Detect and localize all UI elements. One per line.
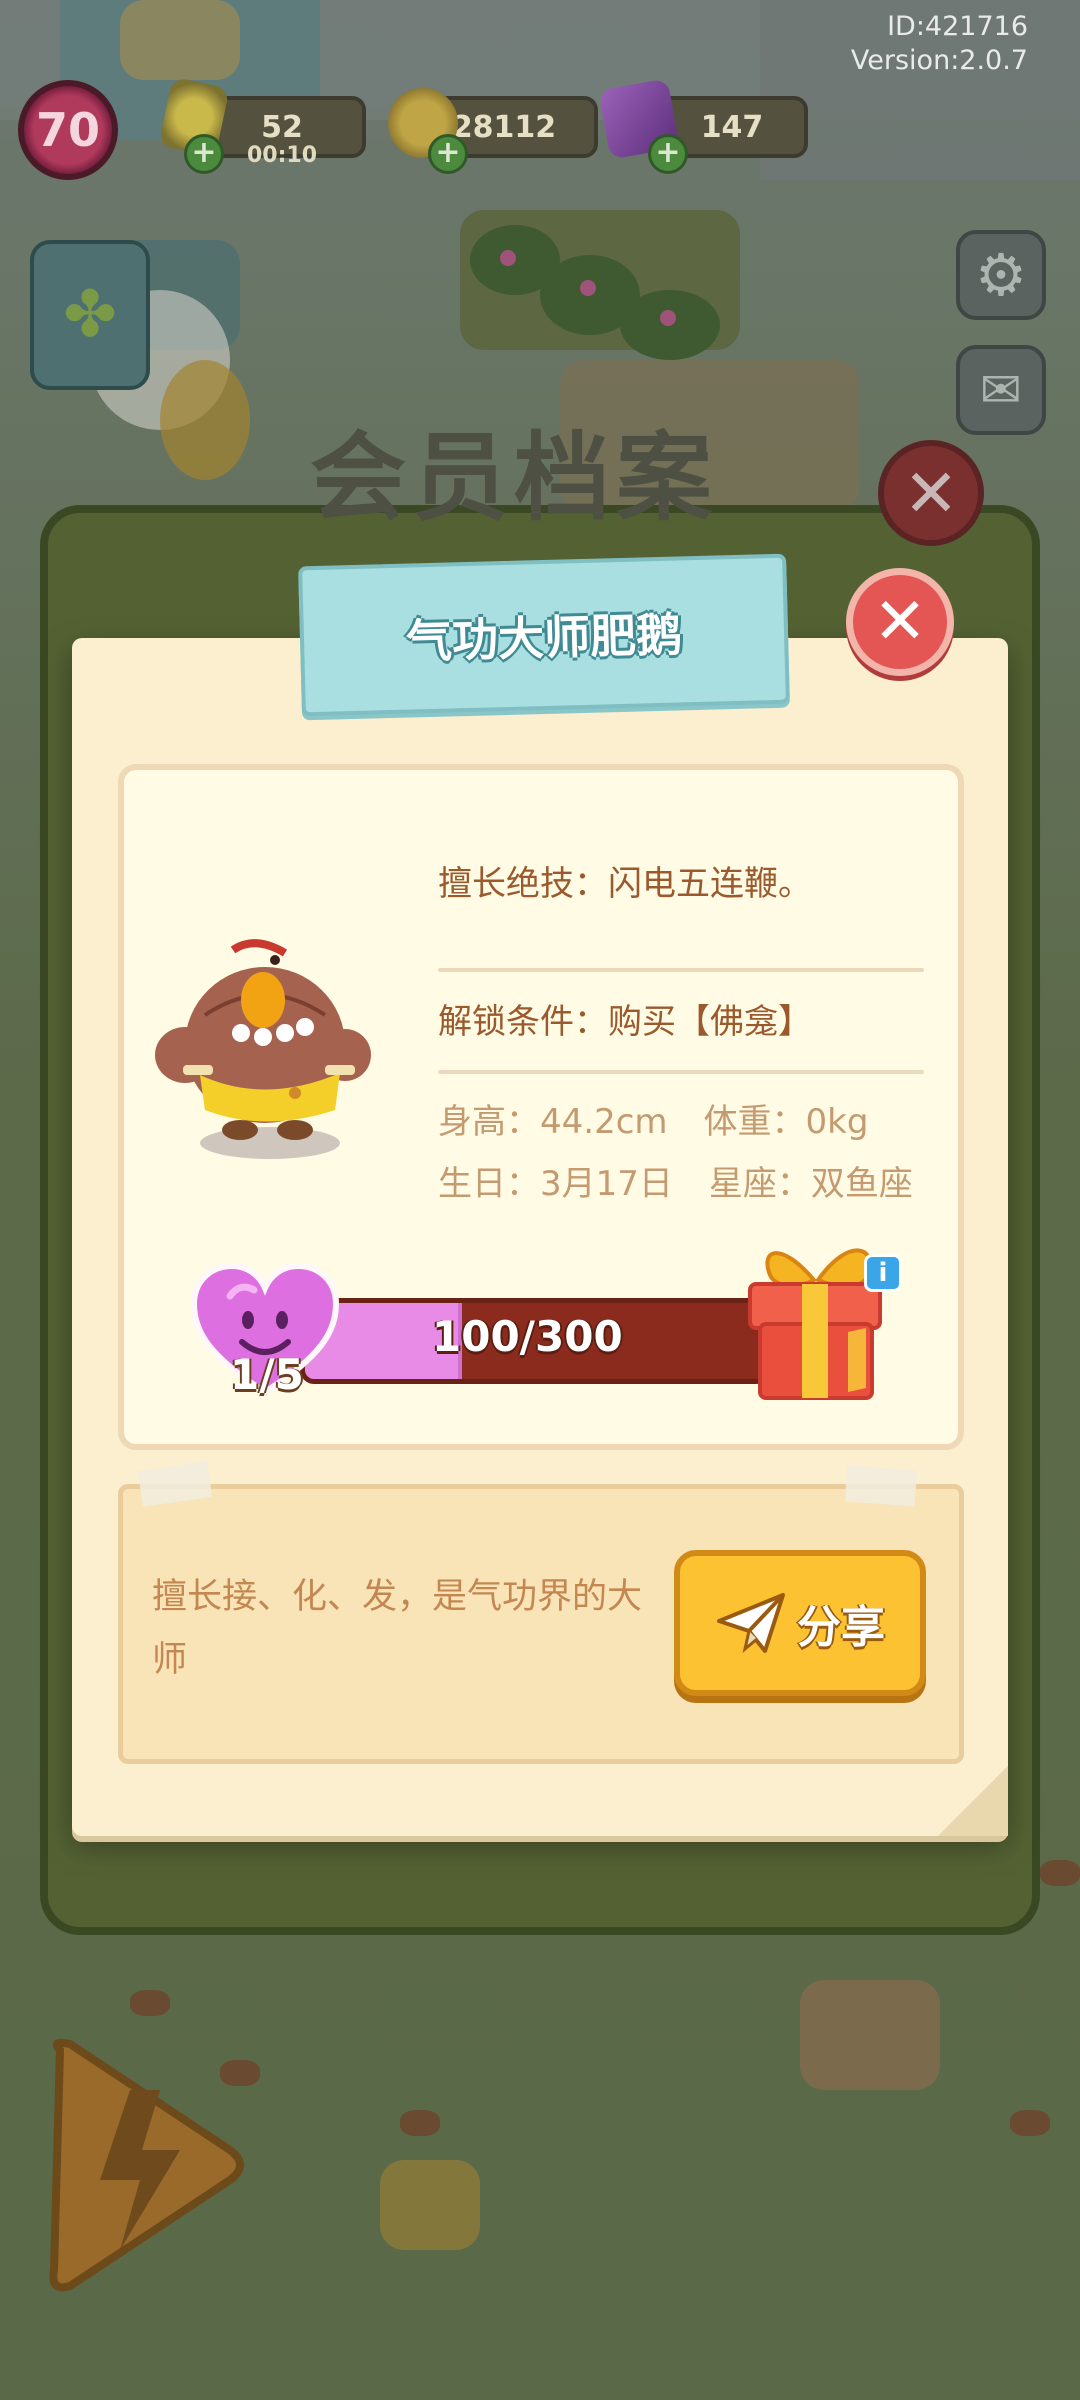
mail-button[interactable]: ✉ [956, 345, 1046, 435]
stats-row-1: 身高：44.2cm 体重：0kg [438, 1094, 868, 1143]
share-button[interactable]: 分享 [674, 1550, 926, 1696]
favor-progress-text: 100/300 [432, 1312, 623, 1361]
mail-icon: ✉ [980, 361, 1022, 419]
settings-button[interactable]: ⚙ [956, 230, 1046, 320]
info-icon[interactable]: i [864, 1254, 902, 1292]
character-name: 气功大师肥鹅 [405, 607, 683, 669]
stats-row-2: 生日：3月17日 星座：双鱼座 [438, 1156, 913, 1205]
background-close-button: ✕ [878, 440, 984, 546]
birthday-text: 生日：3月17日 [438, 1164, 673, 1204]
height-text: 身高：44.2cm [438, 1102, 668, 1142]
info-divider [438, 968, 924, 972]
quest-board-button[interactable]: ✤ [30, 240, 150, 390]
gift-box-icon[interactable] [740, 1220, 890, 1405]
character-description: 擅长接、化、发，是气功界的大师 [152, 1577, 643, 1680]
player-level-badge[interactable]: 70 [18, 80, 118, 180]
close-icon: ✕ [873, 585, 927, 659]
paper-plane-icon [717, 1593, 785, 1653]
skill-text: 擅长绝技：闪电五连鞭。 [438, 864, 812, 904]
lightning-action-button[interactable] [30, 2030, 260, 2300]
favor-level-text: 1/5 [230, 1350, 304, 1399]
tape-decoration [844, 1465, 918, 1507]
unlock-condition-text: 解锁条件：购买【佛龛】 [438, 1002, 812, 1042]
coin-add-button[interactable]: + [428, 134, 468, 174]
info-divider [438, 1070, 924, 1074]
version-label: Version:2.0.7 [850, 45, 1028, 76]
gem-value: 147 [700, 109, 764, 145]
gear-icon: ⚙ [975, 241, 1027, 309]
constellation-text: 星座：双鱼座 [708, 1164, 913, 1204]
weight-text: 体重：0kg [703, 1102, 869, 1142]
close-button[interactable]: ✕ [846, 568, 954, 676]
player-level: 70 [35, 103, 100, 157]
energy-value: 52 [261, 109, 303, 145]
qigong-goose-illustration [155, 939, 371, 1159]
member-archive-title: 会员档案 [310, 422, 718, 534]
gem-add-button[interactable]: + [648, 134, 688, 174]
energy-add-button[interactable]: + [184, 134, 224, 174]
dialog-title-ribbon: 气功大师肥鹅 [298, 553, 790, 717]
clover-icon: ✤ [63, 278, 117, 352]
energy-timer: 00:10 [246, 143, 318, 168]
player-id-version: ID:421716 Version:2.0.7 [851, 10, 1028, 78]
player-id: ID:421716 [887, 11, 1028, 42]
coin-value: 28112 [451, 109, 557, 145]
share-button-label: 分享 [797, 1602, 885, 1653]
